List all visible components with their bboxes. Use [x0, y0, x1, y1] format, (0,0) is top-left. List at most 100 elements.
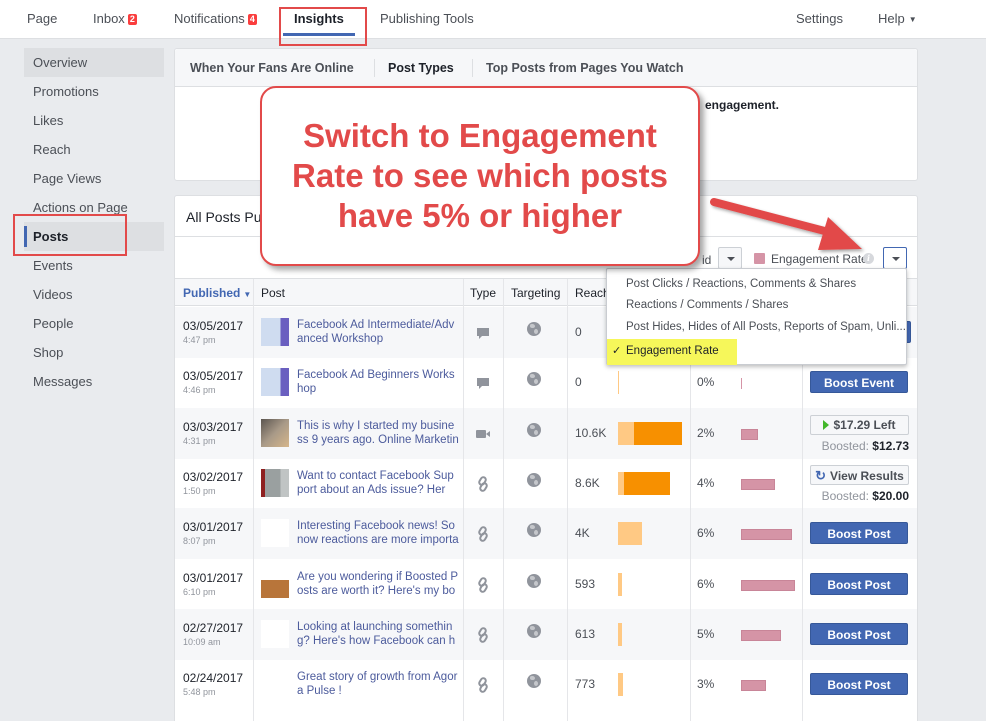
- post-time: 4:46 pm: [183, 385, 216, 396]
- tab-page[interactable]: Page: [27, 11, 57, 26]
- post-date: 03/01/2017: [183, 570, 244, 585]
- sidebar-item-page-views[interactable]: Page Views: [24, 164, 164, 193]
- post-link[interactable]: Looking at launching something? Here's h…: [297, 620, 459, 648]
- tab-label: Inbox: [93, 11, 125, 26]
- post-thumbnail[interactable]: [261, 368, 289, 397]
- divider: [374, 59, 375, 77]
- sidebar-item-reach[interactable]: Reach: [24, 135, 164, 164]
- settings-link[interactable]: Settings: [796, 11, 843, 26]
- column-divider: [253, 279, 254, 721]
- reach-bar-organic: [618, 421, 635, 445]
- table-row[interactable]: 03/01/2017 6:10 pm Are you wondering if Bo…: [175, 559, 917, 610]
- sidebar-item-actions-on-page[interactable]: Actions on Page: [24, 193, 164, 222]
- menu-item-post-clicks[interactable]: Post Clicks / Reactions, Comments & Shar…: [626, 278, 856, 290]
- sidebar-item-shop[interactable]: Shop: [24, 338, 164, 367]
- boosted-amount: Boosted: $20.00: [822, 489, 909, 503]
- post-thumbnail[interactable]: [261, 619, 289, 648]
- boost-event-button[interactable]: Boost Event: [810, 371, 908, 394]
- column-divider: [503, 279, 504, 721]
- refresh-icon: ↻: [815, 467, 827, 483]
- subtab-top-posts[interactable]: Top Posts from Pages You Watch: [486, 61, 683, 75]
- callout-line: Switch to Engagement: [303, 117, 657, 154]
- globe-icon: [527, 422, 541, 437]
- globe-icon: [527, 674, 541, 689]
- column-published[interactable]: Published ▼: [183, 286, 251, 300]
- table-row[interactable]: 02/24/2017 5:48 pm Great story of growth f…: [175, 659, 917, 710]
- sidebar-item-likes[interactable]: Likes: [24, 106, 164, 135]
- sidebar-item-messages[interactable]: Messages: [24, 367, 164, 396]
- sidebar-item-promotions[interactable]: Promotions: [24, 77, 164, 106]
- table-row[interactable]: 02/27/2017 10:09 am Looking at launching s…: [175, 608, 917, 660]
- menu-item-engagement-rate[interactable]: ✓ Engagement Rate: [607, 339, 737, 365]
- engagement-rate-bar: [741, 629, 782, 641]
- view-results-button[interactable]: ↻ View Results: [810, 464, 909, 485]
- engagement-rate-bar: [741, 529, 793, 541]
- sidebar-item-overview[interactable]: Overview: [24, 48, 164, 77]
- table-row[interactable]: 03/02/2017 1:50 pm Want to contact Faceboo…: [175, 458, 917, 509]
- subtabs: When Your Fans Are Online Post Types Top…: [175, 49, 917, 87]
- post-time: 10:09 am: [183, 636, 221, 647]
- globe-icon: [527, 523, 541, 538]
- reach-value: 773: [575, 677, 596, 692]
- budget-left-button[interactable]: $17.29 Left: [810, 414, 909, 435]
- subtab-when-fans-online[interactable]: When Your Fans Are Online: [190, 61, 354, 75]
- post-thumbnail[interactable]: [261, 670, 289, 699]
- boost-post-button[interactable]: Boost Post: [810, 622, 908, 645]
- post-time: 4:47 pm: [183, 335, 216, 345]
- post-link[interactable]: Are you wondering if Boosted Posts are w…: [297, 570, 459, 598]
- column-divider: [802, 307, 803, 721]
- post-thumbnail[interactable]: [261, 418, 289, 447]
- metric-dropdown-menu: Post Clicks / Reactions, Comments & Shar…: [606, 268, 907, 365]
- tab-publishing-tools[interactable]: Publishing Tools: [380, 11, 474, 26]
- comment-icon: [475, 325, 491, 341]
- post-link[interactable]: Interesting Facebook news! So now reacti…: [297, 519, 459, 547]
- sidebar-item-videos[interactable]: Videos: [24, 280, 164, 309]
- notifications-badge: 4: [247, 14, 257, 25]
- post-link[interactable]: Want to contact Facebook Support about a…: [297, 469, 459, 497]
- post-thumbnail[interactable]: [261, 519, 289, 548]
- sidebar-item-events[interactable]: Events: [24, 251, 164, 280]
- reach-bar: [618, 622, 622, 646]
- boost-post-button[interactable]: Boost Post: [810, 522, 908, 545]
- top-nav: Page Inbox 2 Notifications 4 Insights Publ…: [0, 0, 986, 39]
- globe-icon: [527, 472, 541, 487]
- engagement-rate-value: 2%: [697, 425, 715, 440]
- reach-bar: [618, 371, 619, 395]
- tab-insights[interactable]: Insights: [294, 11, 344, 26]
- tab-label: Insights: [294, 11, 344, 26]
- post-link[interactable]: Great story of growth from Agora Pulse !: [297, 670, 459, 698]
- post-thumbnail[interactable]: [261, 569, 289, 598]
- tab-inbox[interactable]: Inbox 2: [93, 11, 137, 26]
- boost-post-button[interactable]: Boost Post: [810, 572, 908, 595]
- menu-item-post-hides[interactable]: Post Hides, Hides of All Posts, Reports …: [626, 321, 906, 333]
- engagement-metric-dropdown[interactable]: [883, 247, 907, 269]
- post-link[interactable]: This is why I started my business 9 year…: [297, 419, 459, 447]
- engagement-rate-value: 6%: [697, 576, 715, 591]
- sidebar-item-people[interactable]: People: [24, 309, 164, 338]
- post-thumbnail[interactable]: [261, 468, 289, 497]
- help-menu[interactable]: Help ▼: [878, 11, 917, 26]
- table-row[interactable]: 03/03/2017 4:31 pm This is why I started m…: [175, 407, 917, 459]
- menu-item-reactions[interactable]: Reactions / Comments / Shares: [626, 299, 788, 311]
- sidebar-item-posts[interactable]: Posts: [24, 222, 164, 251]
- active-tab-indicator: [283, 33, 355, 36]
- post-link[interactable]: Facebook Ad Beginners Workshop: [297, 368, 459, 396]
- info-icon[interactable]: i: [863, 253, 874, 264]
- reach-metric-dropdown[interactable]: [718, 247, 742, 269]
- table-row[interactable]: 03/01/2017 8:07 pm Interesting Facebook ne…: [175, 508, 917, 560]
- boost-post-button[interactable]: Boost Post: [810, 673, 908, 696]
- post-time: 6:10 pm: [183, 586, 216, 597]
- engagement-rate-value: 3%: [697, 677, 715, 692]
- reach-bar: [618, 522, 643, 546]
- reach-bar: [618, 471, 670, 495]
- tab-notifications[interactable]: Notifications 4: [174, 11, 257, 26]
- reach-bar: [618, 421, 682, 445]
- comment-icon: [475, 375, 491, 391]
- reach-bar-paid: [634, 421, 682, 445]
- post-link[interactable]: Facebook Ad Intermediate/Advanced Worksh…: [297, 318, 459, 346]
- help-label: Help: [878, 11, 905, 26]
- column-divider: [463, 279, 464, 721]
- post-thumbnail[interactable]: [261, 318, 289, 346]
- subtab-post-types[interactable]: Post Types: [388, 61, 454, 75]
- post-date: 02/27/2017: [183, 620, 244, 635]
